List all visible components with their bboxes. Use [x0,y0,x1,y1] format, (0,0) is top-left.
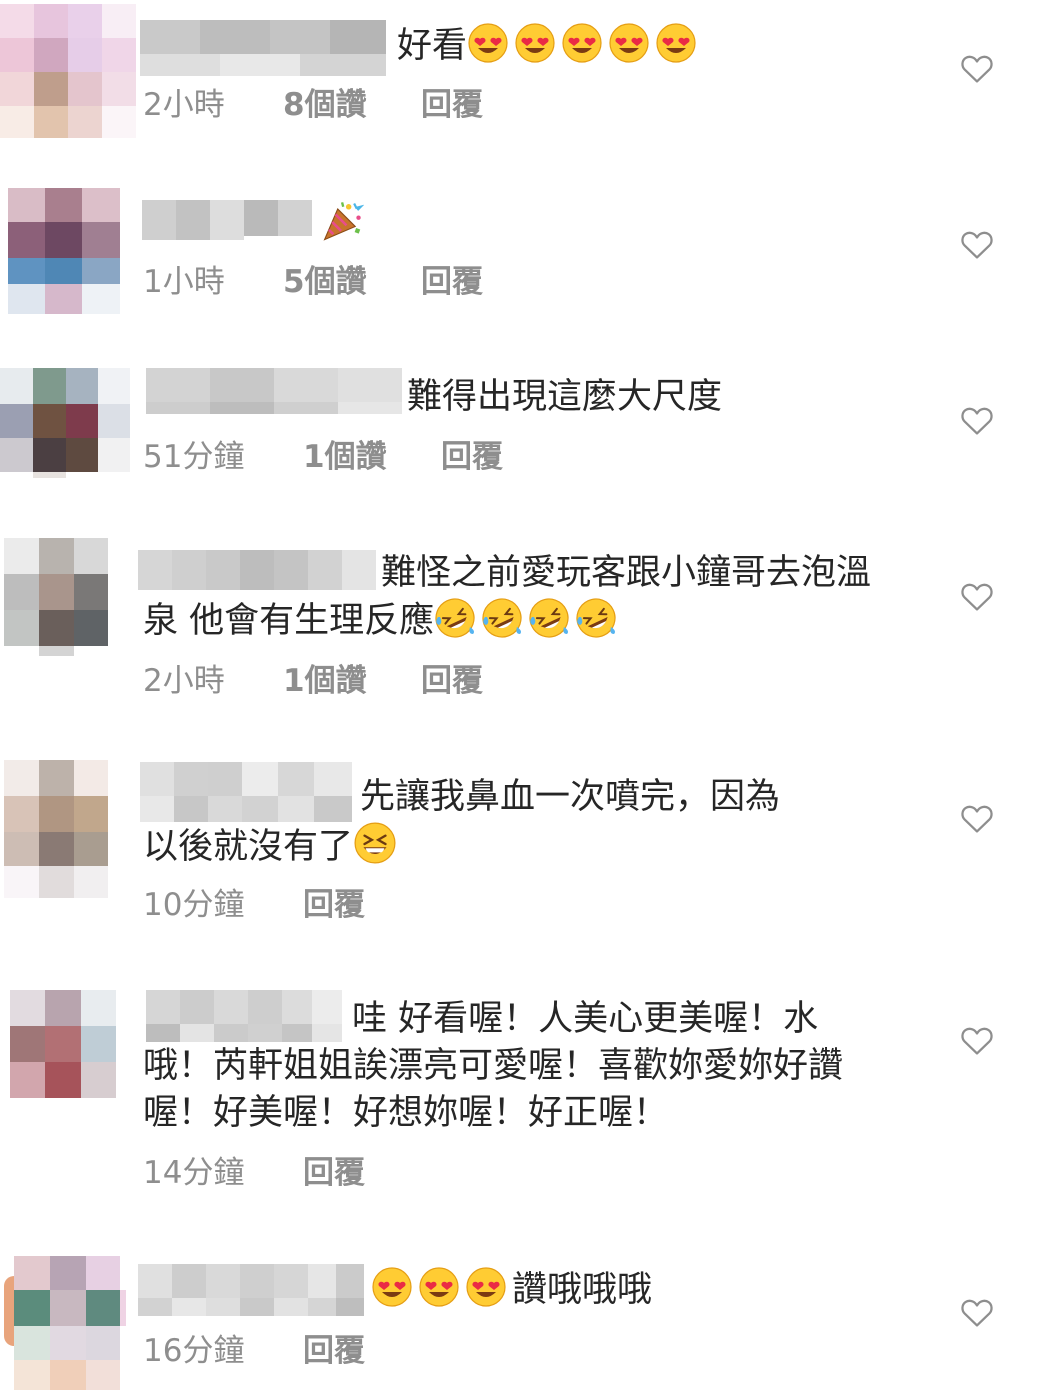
comment-item: 哇 好看喔！人美心更美喔！水 哦！芮軒姐姐誒漂亮可愛喔！喜歡妳愛妳好讚 喔！好美… [0,976,1043,1206]
avatar[interactable] [8,188,120,314]
comment-meta: 10分鐘 回覆 [143,886,365,924]
comment-time: 2小時 [143,87,225,123]
heart-eyes-emoji [468,23,508,63]
heart-eyes-emoji [372,1267,412,1307]
heart-eyes-emoji [609,23,649,63]
comment-time: 2小時 [143,663,225,699]
comment-meta: 16分鐘 回覆 [143,1332,365,1370]
comment-meta: 2小時 8個讚 回覆 [143,86,483,124]
username-redacted[interactable] [142,200,312,240]
comment-meta: 1小時 5個讚 回覆 [143,263,483,301]
comment-text: 哇 好看喔！人美心更美喔！水 [352,996,818,1043]
heart-eyes-emoji [515,23,555,63]
comment-text-part: 哇 好看喔！人美心更美喔！水 [352,999,819,1039]
username-redacted[interactable] [146,990,342,1042]
comment-text: 以後就沒有了 [143,821,402,868]
comment-text: 先讓我鼻血一次噴完，因為 [360,774,780,821]
comment-item: 難得出現這麼大尺度 51分鐘 1個讚 回覆 [0,352,1043,492]
username-redacted[interactable] [140,20,386,76]
username-redacted[interactable] [146,368,402,414]
reply-button[interactable]: 回覆 [441,438,503,476]
comment-text-part: 難怪之前愛玩客跟小鐘哥去泡溫 [381,553,872,593]
reply-button[interactable]: 回覆 [421,263,483,301]
avatar[interactable] [0,4,136,138]
heart-outline-icon[interactable] [960,802,994,834]
like-count[interactable]: 1個讚 [283,662,421,700]
heart-eyes-emoji [656,23,696,63]
comment-time: 10分鐘 [143,887,245,923]
like-count[interactable]: 1個讚 [303,438,441,476]
like-count[interactable]: 8個讚 [283,86,421,124]
party-popper-emoji [323,202,364,241]
heart-eyes-emoji [419,1267,459,1307]
comment-text: 難怪之前愛玩客跟小鐘哥去泡溫 [381,550,871,597]
comment-time: 16分鐘 [143,1333,245,1369]
reply-button[interactable]: 回覆 [303,1332,365,1370]
username-redacted[interactable] [140,762,352,822]
heart-outline-icon[interactable] [960,228,994,260]
comment-text-part: 哦！芮軒姐姐誒漂亮可愛喔！喜歡妳愛妳好讚 [143,1046,844,1086]
comment-text: 哦！芮軒姐姐誒漂亮可愛喔！喜歡妳愛妳好讚 [143,1043,843,1090]
comment-item: 難怪之前愛玩客跟小鐘哥去泡溫 泉 他會有生理反應 2小時 1個讚 回覆 [0,530,1043,710]
comment-text-part: 難得出現這麼大尺度 [407,377,723,417]
comment-meta: 2小時 1個讚 回覆 [143,662,483,700]
avatar[interactable] [10,990,116,1098]
comment-time: 14分鐘 [143,1155,245,1191]
comment-text-part: 以後就沒有了 [143,827,354,867]
heart-outline-icon[interactable] [960,1296,994,1328]
avatar[interactable] [0,368,130,478]
comment-text: 泉 他會有生理反應 [143,597,622,644]
comment-text: 難得出現這麼大尺度 [407,374,722,421]
comment-meta: 51分鐘 1個讚 回覆 [143,438,503,476]
comment-text-part: 泉 他會有生理反應 [143,601,435,641]
heart-outline-icon[interactable] [960,404,994,436]
heart-eyes-emoji [466,1267,506,1307]
heart-outline-icon[interactable] [960,52,994,84]
username-redacted[interactable] [138,1264,364,1316]
comment-meta: 14分鐘 回覆 [143,1154,365,1192]
heart-outline-icon[interactable] [960,580,994,612]
rolling-laughing-emoji [482,598,522,638]
comment-item: 好看 2小時 8個讚 回覆 [0,0,1043,150]
comment-text-part: 先讓我鼻血一次噴完，因為 [360,777,781,817]
reply-button[interactable]: 回覆 [421,662,483,700]
rolling-laughing-emoji [576,598,616,638]
rolling-laughing-emoji [529,598,569,638]
comment-item: 先讓我鼻血一次噴完，因為 以後就沒有了 10分鐘 回覆 [0,754,1043,934]
comment-item: 1小時 5個讚 回覆 [0,178,1043,318]
heart-outline-icon[interactable] [960,1024,994,1056]
comment-time: 1小時 [143,264,225,300]
comment-time: 51分鐘 [143,439,245,475]
avatar[interactable] [4,760,108,898]
comment-text-part: 喔！好美喔！好想妳喔！好正喔！ [143,1093,669,1133]
comment-text: 讚哦哦哦 [371,1266,652,1313]
heart-eyes-emoji [562,23,602,63]
reply-button[interactable]: 回覆 [303,1154,365,1192]
reply-button[interactable]: 回覆 [421,86,483,124]
avatar[interactable] [4,538,108,656]
comment-text [318,198,369,245]
comment-text-part: 好看 [397,26,468,66]
grinning-squinting-emoji [354,822,396,864]
comment-text: 喔！好美喔！好想妳喔！好正喔！ [143,1090,668,1137]
reply-button[interactable]: 回覆 [303,886,365,924]
like-count[interactable]: 5個讚 [283,263,421,301]
username-redacted[interactable] [138,550,376,590]
comment-text: 好看 [397,22,702,69]
comment-item: 讚哦哦哦 16分鐘 回覆 [0,1250,1043,1390]
rolling-laughing-emoji [435,598,475,638]
comment-text-part: 讚哦哦哦 [512,1270,653,1310]
avatar[interactable] [4,1256,126,1390]
